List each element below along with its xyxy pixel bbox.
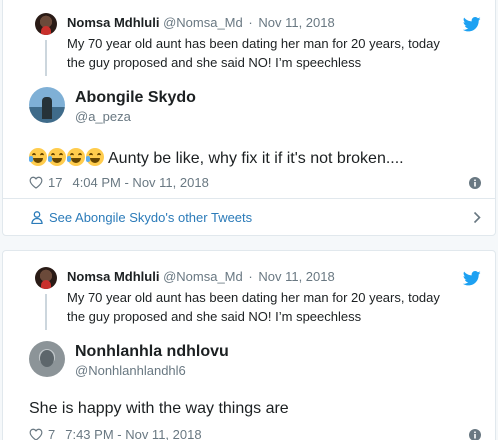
- heart-icon[interactable]: [29, 428, 43, 440]
- embedded-tweet-card: Nomsa Mdhluli @Nomsa_Md · Nov 11, 2018 M…: [2, 250, 496, 440]
- tweet-date[interactable]: Nov 11, 2018: [258, 269, 334, 284]
- separator: ·: [248, 15, 253, 30]
- timestamp[interactable]: 4:04 PM - Nov 11, 2018: [72, 175, 208, 190]
- info-icon[interactable]: [469, 177, 481, 189]
- avatar[interactable]: [35, 267, 57, 289]
- tweet-text: She is happy with the way things are: [29, 400, 289, 417]
- face-with-tears-of-joy-icon: [67, 148, 85, 166]
- face-with-tears-of-joy-icon: [86, 148, 104, 166]
- see-other-tweets-link[interactable]: See Abongile Skydo's other Tweets: [31, 210, 252, 225]
- tweet-meta: 7 7:43 PM - Nov 11, 2018: [29, 427, 202, 440]
- author-handle[interactable]: @a_peza: [75, 109, 131, 124]
- author-handle[interactable]: @Nomsa_Md: [163, 15, 243, 30]
- parent-tweet-header: Nomsa Mdhluli @Nomsa_Md · Nov 11, 2018: [67, 269, 335, 284]
- chevron-right-icon[interactable]: [473, 211, 481, 224]
- face-with-tears-of-joy-icon: [29, 148, 47, 166]
- parent-tweet-text: My 70 year old aunt has been dating her …: [67, 36, 440, 70]
- author-name[interactable]: Nonhlanhla ndhlovu: [75, 343, 229, 361]
- author-name[interactable]: Nomsa Mdhluli: [67, 269, 159, 284]
- author-handle[interactable]: @Nonhlanhlandhl6: [75, 363, 186, 378]
- like-count[interactable]: 7: [48, 427, 55, 440]
- twitter-bird-icon[interactable]: [463, 271, 481, 286]
- embedded-tweet-card: Nomsa Mdhluli @Nomsa_Md · Nov 11, 2018 M…: [2, 0, 496, 236]
- heart-icon[interactable]: [29, 176, 43, 189]
- thread-connector: [45, 294, 47, 330]
- tweet-date[interactable]: Nov 11, 2018: [258, 15, 334, 30]
- tweet-text: Aunty be like, why fix it if it's not br…: [29, 148, 404, 168]
- person-icon: [31, 211, 43, 224]
- thread-connector: [45, 40, 47, 76]
- avatar[interactable]: [29, 87, 65, 123]
- author-handle[interactable]: @Nomsa_Md: [163, 269, 243, 284]
- avatar[interactable]: [35, 13, 57, 35]
- face-with-tears-of-joy-icon: [48, 148, 66, 166]
- separator: ·: [248, 269, 253, 284]
- parent-tweet-header: Nomsa Mdhluli @Nomsa_Md · Nov 11, 2018: [67, 15, 335, 30]
- tweet-text-body: Aunty be like, why fix it if it's not br…: [108, 150, 404, 167]
- twitter-bird-icon[interactable]: [463, 17, 481, 32]
- like-count[interactable]: 17: [48, 175, 62, 190]
- author-name[interactable]: Nomsa Mdhluli: [67, 15, 159, 30]
- divider: [3, 198, 495, 199]
- parent-tweet-text: My 70 year old aunt has been dating her …: [67, 290, 440, 324]
- timestamp[interactable]: 7:43 PM - Nov 11, 2018: [65, 427, 201, 440]
- tweet-meta: 17 4:04 PM - Nov 11, 2018: [29, 175, 209, 190]
- avatar[interactable]: [29, 341, 65, 377]
- info-icon[interactable]: [469, 429, 481, 440]
- see-other-tweets-label[interactable]: See Abongile Skydo's other Tweets: [49, 210, 252, 225]
- author-name[interactable]: Abongile Skydo: [75, 89, 196, 107]
